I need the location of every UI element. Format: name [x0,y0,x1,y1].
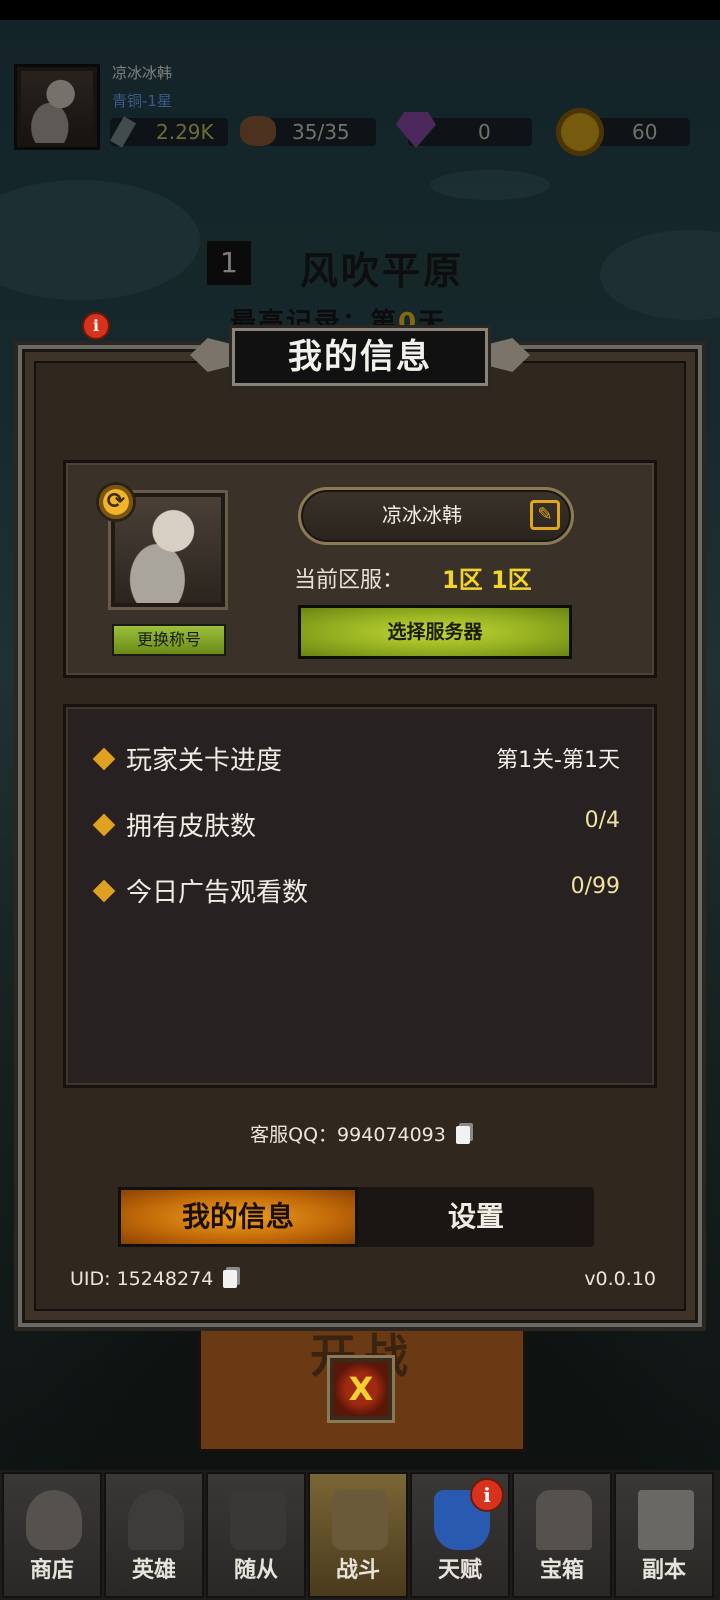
nickname-text: 凉冰冰韩 [382,503,462,527]
stat-value: 0/99 [570,874,620,899]
helmet-icon [128,1490,184,1550]
nav-followers[interactable]: 随从 [206,1472,306,1598]
change-title-button[interactable]: 更换称号 [112,624,226,656]
server-label: 当前区服： [294,568,405,593]
tab-my-info[interactable]: 我的信息 [118,1187,358,1247]
diamond-bullet-icon [92,813,116,837]
stat-label: 今日广告观看数 [126,878,309,908]
stat-row-progress: 玩家关卡进度 第1关-第1天 [92,740,626,780]
support-qq: 客服QQ：994074093 [0,1120,720,1147]
nav-hero[interactable]: 英雄 [104,1472,204,1598]
dialog-title: 我的信息 [232,328,488,386]
version: v0.0.10 [584,1268,656,1290]
server-value: 1区 1区 [442,566,532,594]
info-badge[interactable]: i [82,312,110,340]
copy-icon[interactable] [455,1126,470,1144]
stat-row-skins: 拥有皮肤数 0/4 [92,806,626,846]
stat-label: 拥有皮肤数 [126,812,257,842]
nav-chest[interactable]: 宝箱 [512,1472,612,1598]
nav-shop[interactable]: 商店 [2,1472,102,1598]
stat-label: 玩家关卡进度 [126,746,283,776]
crossed-swords-icon [332,1490,388,1550]
nav-dungeon[interactable]: 副本 [614,1472,714,1598]
tab-settings[interactable]: 设置 [360,1187,592,1247]
shop-bag-icon [26,1490,82,1550]
close-button[interactable]: X [330,1358,392,1420]
copy-icon[interactable] [223,1270,238,1288]
swap-avatar-icon[interactable]: ⟳ [96,482,136,522]
stat-row-ads: 今日广告观看数 0/99 [92,872,626,912]
diamond-bullet-icon [92,879,116,903]
diamond-bullet-icon [92,747,116,771]
warrior-icon [230,1490,286,1550]
stat-value: 0/4 [584,808,620,833]
notification-badge: i [470,1478,504,1512]
scroll-icon [638,1490,694,1550]
status-bar [0,0,720,20]
edit-icon[interactable]: ✎ [530,500,560,530]
chest-icon [536,1490,592,1550]
stat-value: 第1关-第1天 [496,748,620,773]
uid: UID: 15248274 [70,1268,238,1290]
select-server-button[interactable]: 选择服务器 [298,605,572,659]
nav-battle[interactable]: 战斗 [308,1472,408,1598]
